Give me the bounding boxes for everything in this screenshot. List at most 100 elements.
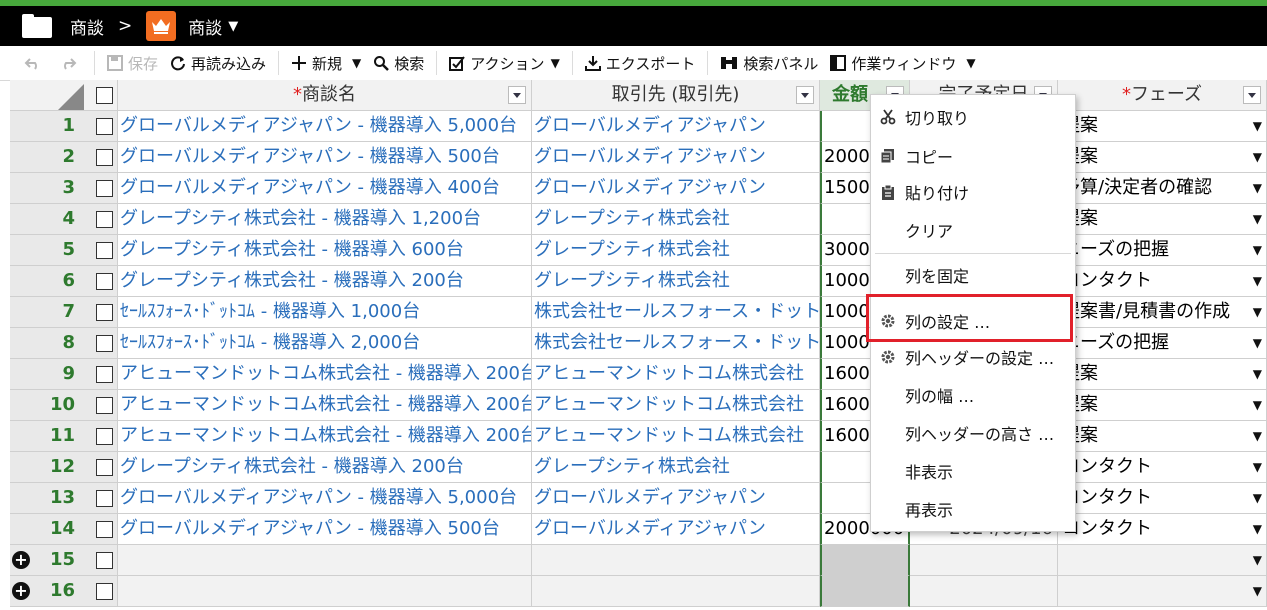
amount-cell[interactable] (820, 576, 910, 607)
row-checkbox[interactable] (96, 366, 113, 383)
menu-item-clear[interactable]: クリア (871, 212, 1075, 248)
breadcrumb-home[interactable]: 商談 (70, 14, 104, 39)
row-checkbox[interactable] (96, 118, 113, 135)
menu-item-freeze-column[interactable]: 列を固定 (871, 257, 1075, 293)
phase-dropdown-icon[interactable]: ▼ (1253, 390, 1262, 420)
opportunity-name-cell[interactable]: グレープシティ株式会社 - 機器導入 1,200台 (118, 204, 532, 235)
phase-dropdown-icon[interactable]: ▼ (1253, 483, 1262, 513)
menu-item-hide[interactable]: 非表示 (871, 453, 1075, 489)
phase-cell[interactable]: ▼ (1058, 545, 1267, 576)
phase-cell[interactable]: コンタクト ▼ (1058, 483, 1267, 514)
phase-dropdown-icon[interactable]: ▼ (1253, 452, 1262, 482)
account-cell[interactable]: グレープシティ株式会社 (532, 452, 820, 483)
add-row-icon[interactable]: + (12, 551, 30, 569)
opportunity-name-cell[interactable]: グローバルメディアジャパン - 機器導入 500台 (118, 142, 532, 173)
opportunity-name-cell[interactable]: グローバルメディアジャパン - 機器導入 400台 (118, 173, 532, 204)
row-checkbox[interactable] (96, 180, 113, 197)
account-cell[interactable]: グローバルメディアジャパン (532, 514, 820, 545)
menu-item-unhide[interactable]: 再表示 (871, 491, 1075, 527)
action-button[interactable]: アクション ▼ (443, 46, 566, 80)
phase-cell[interactable]: コンタクト ▼ (1058, 452, 1267, 483)
account-cell[interactable] (532, 576, 820, 607)
phase-dropdown-icon[interactable]: ▼ (1253, 545, 1262, 575)
account-cell[interactable]: グローバルメディアジャパン (532, 111, 820, 142)
undo-button[interactable] (0, 46, 53, 80)
folder-icon[interactable] (22, 14, 52, 38)
breadcrumb-current[interactable]: 商談 (188, 14, 222, 39)
phase-dropdown-icon[interactable]: ▼ (1253, 204, 1262, 234)
save-button[interactable]: 保存 (101, 46, 164, 80)
account-cell[interactable]: グレープシティ株式会社 (532, 204, 820, 235)
breadcrumb-dropdown-icon[interactable]: ▼ (228, 19, 238, 34)
row-number[interactable]: 11 (10, 421, 118, 452)
phase-cell[interactable]: ニーズの把握 ▼ (1058, 328, 1267, 359)
select-all-checkbox[interactable] (96, 87, 113, 104)
account-cell[interactable]: グローバルメディアジャパン (532, 173, 820, 204)
row-checkbox[interactable] (96, 242, 113, 259)
opportunity-name-cell[interactable]: アヒューマンドットコム株式会社 - 機器導入 200台 (118, 359, 532, 390)
phase-cell[interactable]: ニーズの把握 ▼ (1058, 235, 1267, 266)
phase-cell[interactable]: コンタクト ▼ (1058, 266, 1267, 297)
row-checkbox[interactable] (96, 459, 113, 476)
header-filter-dropdown[interactable] (508, 86, 526, 104)
opportunity-name-cell[interactable]: アヒューマンドットコム株式会社 - 機器導入 200台 (118, 421, 532, 452)
opportunity-name-cell[interactable]: グレープシティ株式会社 - 機器導入 200台 (118, 452, 532, 483)
export-button[interactable]: エクスポート (579, 46, 702, 80)
account-cell[interactable]: アヒューマンドットコム株式会社 (532, 359, 820, 390)
close-date-cell[interactable] (910, 576, 1058, 607)
row-checkbox[interactable] (96, 211, 113, 228)
menu-item-cut[interactable]: 切り取り (871, 99, 1075, 135)
phase-cell[interactable]: 提案 ▼ (1058, 204, 1267, 235)
row-checkbox[interactable] (96, 552, 113, 569)
phase-dropdown-icon[interactable]: ▼ (1253, 576, 1262, 606)
new-button[interactable]: 新規 ▼ (285, 46, 367, 80)
opportunity-name-cell[interactable]: ｾｰﾙｽﾌｫｰｽ･ﾄﾞｯﾄｺﾑ - 機器導入 2,000台 (118, 328, 532, 359)
search-panel-button[interactable]: 検索パネル (714, 46, 824, 80)
phase-dropdown-icon[interactable]: ▼ (1253, 514, 1262, 544)
account-cell[interactable]: アヒューマンドットコム株式会社 (532, 421, 820, 452)
phase-cell[interactable]: 提案 ▼ (1058, 421, 1267, 452)
account-cell[interactable]: グローバルメディアジャパン (532, 483, 820, 514)
opportunity-name-cell[interactable]: ｾｰﾙｽﾌｫｰｽ･ﾄﾞｯﾄｺﾑ - 機器導入 1,000台 (118, 297, 532, 328)
row-number[interactable]: 6 (10, 266, 118, 297)
phase-cell[interactable]: 提案 ▼ (1058, 111, 1267, 142)
phase-cell[interactable]: ▼ (1058, 576, 1267, 607)
phase-cell[interactable]: 予算/決定者の確認 ▼ (1058, 173, 1267, 204)
redo-button[interactable] (53, 46, 88, 80)
row-number[interactable]: 10 (10, 390, 118, 421)
account-cell[interactable] (532, 545, 820, 576)
row-number[interactable]: +16 (10, 576, 118, 607)
row-checkbox[interactable] (96, 304, 113, 321)
row-checkbox[interactable] (96, 490, 113, 507)
select-all-corner[interactable] (10, 80, 118, 111)
row-checkbox[interactable] (96, 149, 113, 166)
menu-item-copy[interactable]: コピー (871, 138, 1075, 174)
amount-cell[interactable] (820, 545, 910, 576)
phase-dropdown-icon[interactable]: ▼ (1253, 142, 1262, 172)
opportunity-name-cell[interactable] (118, 545, 532, 576)
row-number[interactable]: 5 (10, 235, 118, 266)
row-number[interactable]: 9 (10, 359, 118, 390)
menu-item-column-width[interactable]: 列の幅 … (871, 377, 1075, 413)
menu-item-column-header-height[interactable]: 列ヘッダーの高さ … (871, 415, 1075, 451)
account-cell[interactable]: グレープシティ株式会社 (532, 266, 820, 297)
account-cell[interactable]: グローバルメディアジャパン (532, 142, 820, 173)
phase-dropdown-icon[interactable]: ▼ (1253, 328, 1262, 358)
opportunity-name-cell[interactable] (118, 576, 532, 607)
opportunity-name-cell[interactable]: グローバルメディアジャパン - 機器導入 500台 (118, 514, 532, 545)
row-number[interactable]: 12 (10, 452, 118, 483)
phase-dropdown-icon[interactable]: ▼ (1253, 421, 1262, 451)
phase-cell[interactable]: コンタクト ▼ (1058, 514, 1267, 545)
phase-cell[interactable]: 提案 ▼ (1058, 359, 1267, 390)
header-account[interactable]: 取引先 (取引先) (532, 80, 820, 111)
opportunity-name-cell[interactable]: グレープシティ株式会社 - 機器導入 200台 (118, 266, 532, 297)
reload-button[interactable]: 再読み込み (164, 46, 272, 80)
row-number[interactable]: 4 (10, 204, 118, 235)
row-number[interactable]: +15 (10, 545, 118, 576)
row-number[interactable]: 8 (10, 328, 118, 359)
phase-cell[interactable]: 提案 ▼ (1058, 142, 1267, 173)
menu-item-paste[interactable]: 貼り付け (871, 174, 1075, 210)
row-checkbox[interactable] (96, 428, 113, 445)
opportunity-name-cell[interactable]: グローバルメディアジャパン - 機器導入 5,000台 (118, 483, 532, 514)
search-button[interactable]: 検索 (367, 46, 430, 80)
